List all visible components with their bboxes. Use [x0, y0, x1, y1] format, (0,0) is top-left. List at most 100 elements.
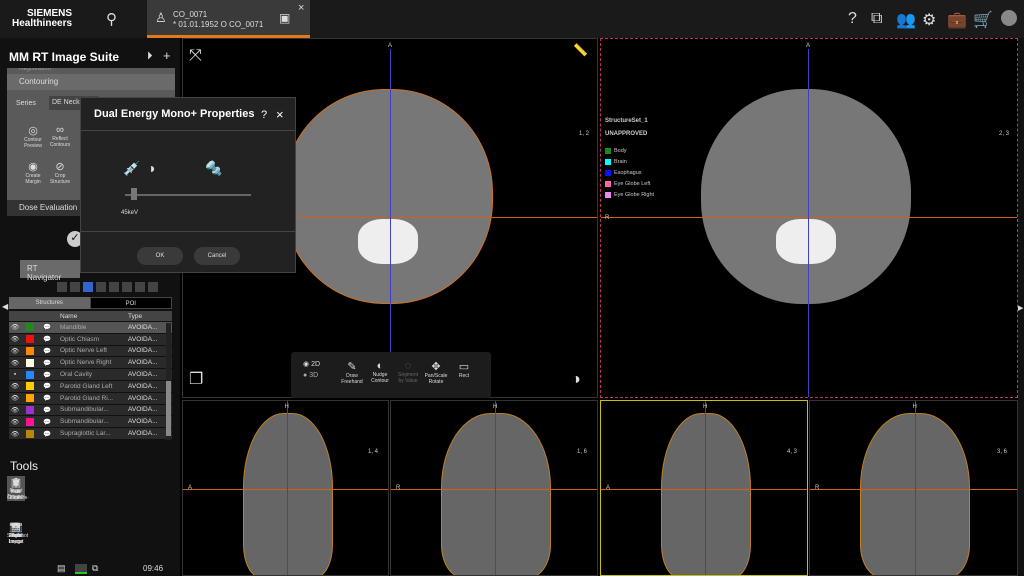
link-label[interactable]: 1, 2 — [579, 131, 589, 137]
link-label[interactable]: 1, 6 — [577, 449, 587, 455]
eye-icon[interactable]: 👁 — [9, 335, 21, 343]
collapse-left-icon[interactable]: ◀ — [2, 302, 8, 311]
calendar-icon[interactable] — [109, 282, 119, 292]
right-collapse-bar[interactable]: ▶ — [1018, 38, 1024, 576]
search-icon[interactable] — [57, 282, 67, 292]
link-label[interactable]: 4, 3 — [787, 449, 797, 455]
eye-icon[interactable]: 👁 — [9, 406, 21, 414]
cancel-button[interactable]: Cancel — [194, 247, 240, 265]
mode-3d-radio[interactable]: ● 3D — [303, 372, 318, 379]
tab-structures[interactable]: Structures — [9, 297, 90, 309]
table-row[interactable]: 👁💬Supraglottic Lar...AVOIDA... — [9, 428, 172, 440]
fullscreen-icon[interactable]: ⤧ — [189, 47, 202, 65]
cart-icon[interactable]: 🛒 — [973, 10, 993, 30]
folder-icon[interactable] — [122, 282, 132, 292]
users-icon[interactable]: 👥 — [896, 10, 916, 30]
help-icon[interactable]: ? — [848, 10, 857, 28]
eye-icon[interactable]: 👁 — [9, 418, 21, 426]
comment-icon[interactable]: 💬 — [38, 418, 56, 426]
segment-by-value-button[interactable]: ◌Segment by Value — [395, 360, 421, 384]
eye-icon[interactable]: 👁 — [9, 323, 21, 331]
redo-button[interactable]: ↷Redo — [7, 520, 25, 539]
table-row[interactable]: 👁💬Optic Nerve RightAVOIDA... — [9, 357, 172, 369]
user-avatar-icon[interactable] — [1001, 10, 1017, 26]
table-row[interactable]: ▪💬Oral CavityAVOIDA... — [9, 369, 172, 381]
link-label[interactable]: 1, 4 — [368, 449, 378, 455]
patient-search-icon[interactable]: ⚲ — [106, 10, 117, 28]
color-swatch[interactable] — [26, 382, 34, 390]
comment-icon[interactable]: 💬 — [38, 347, 56, 355]
eye-icon[interactable]: 👁 — [9, 394, 21, 402]
color-swatch[interactable] — [26, 359, 34, 367]
comment-icon[interactable]: 💬 — [38, 371, 56, 379]
gear-icon[interactable]: ⚙ — [922, 10, 936, 30]
viewport-coronal[interactable]: HR1, 6 — [390, 400, 598, 576]
tab-poi[interactable]: POI — [90, 297, 173, 309]
close-button[interactable]: × — [276, 107, 284, 122]
comment-icon[interactable]: 💬 — [38, 359, 56, 367]
color-swatch[interactable] — [26, 430, 34, 438]
rt-navigator-tab[interactable]: RT Navigator — [20, 260, 80, 278]
ok-button[interactable]: OK — [137, 247, 183, 265]
eye-icon[interactable]: 👁 — [9, 382, 21, 390]
info-icon[interactable] — [83, 282, 93, 292]
table-scrollbar[interactable] — [166, 323, 171, 440]
collapse-icon[interactable] — [148, 282, 158, 292]
comment-icon[interactable]: 💬 — [38, 382, 56, 390]
color-swatch[interactable] — [26, 347, 34, 355]
create-margin-button[interactable]: ◉CreateMargin — [18, 160, 48, 185]
color-swatch[interactable] — [26, 418, 34, 426]
mode-2d-radio[interactable]: ◉ 2D — [303, 360, 320, 368]
play-icon[interactable]: ⏵ — [147, 50, 153, 63]
draw-freehand-button[interactable]: ✎Draw Freehand — [339, 360, 365, 385]
help-button[interactable]: ? — [261, 109, 267, 121]
table-row[interactable]: 👁💬MandibleAVOIDA... — [9, 322, 172, 334]
comment-icon[interactable]: 💬 — [38, 335, 56, 343]
table-row[interactable]: 👁💬Parotid Gland LeftAVOIDA... — [9, 381, 172, 393]
table-row[interactable]: 👁💬Parotid Gland Ri...AVOIDA... — [9, 393, 172, 405]
contour-preview-button[interactable]: ◎ContourPreview — [18, 124, 48, 149]
color-swatch[interactable] — [26, 394, 34, 402]
viewport-sagittal[interactable]: HA1, 4 — [182, 400, 389, 576]
eye-icon[interactable]: 👁 — [9, 359, 21, 367]
pan-scale-rotate-button[interactable]: ✥Pan/Scale Rotate — [423, 360, 449, 385]
close-tab-icon[interactable]: × — [298, 2, 304, 14]
comment-icon[interactable]: 💬 — [38, 323, 56, 331]
column-name[interactable]: Name — [56, 313, 124, 320]
viewport-coronal[interactable]: HR3, 6 — [809, 400, 1018, 576]
comment-icon[interactable]: 💬 — [38, 394, 56, 402]
link-label[interactable]: 2, 3 — [999, 131, 1009, 137]
color-swatch[interactable] — [26, 323, 34, 331]
layout-icon[interactable]: ⧉ — [871, 10, 882, 28]
eye-icon[interactable]: 👁 — [9, 347, 21, 355]
table-row[interactable]: 👁💬Submandibular...AVOIDA... — [9, 416, 172, 428]
eye-icon[interactable]: 👁 — [9, 430, 21, 438]
patient-tab[interactable]: ♙ CO_0071 * 01.01.1952 O CO_0071 ▣ × — [147, 0, 310, 38]
color-swatch[interactable] — [26, 335, 34, 343]
table-row[interactable]: 👁💬Optic ChiasmAVOIDA... — [9, 334, 172, 346]
table-row[interactable]: 👁💬Optic Nerve LeftAVOIDA... — [9, 346, 172, 358]
viewport-sagittal[interactable]: HA4, 3 — [600, 400, 808, 576]
filter-icon[interactable] — [70, 282, 80, 292]
reflect-contours-button[interactable]: ∞ReflectContours — [45, 124, 75, 148]
stack-icon[interactable]: ❐ — [189, 369, 203, 389]
crop-structure-button[interactable]: ⊘CropStructure — [45, 160, 75, 185]
kev-slider[interactable] — [125, 194, 251, 196]
link-label[interactable]: 3, 6 — [997, 449, 1007, 455]
hidden-icon[interactable]: ▪ — [9, 371, 21, 378]
reset-timepoi--button[interactable]: ◔Reset Timepoi... — [7, 476, 25, 500]
viewport-axial-2[interactable]: A R 2, 3 StructureSet_1 UNAPPROVED BodyB… — [600, 38, 1018, 398]
structure-icon[interactable] — [96, 282, 106, 292]
comment-icon[interactable]: 💬 — [38, 430, 56, 438]
add-icon[interactable]: + — [163, 48, 171, 63]
ruler-icon[interactable]: 📏 — [573, 43, 588, 57]
contrast-icon[interactable]: ◑ — [571, 371, 581, 389]
toolbox-icon[interactable]: 💼 — [947, 10, 967, 30]
export-icon[interactable] — [135, 282, 145, 292]
color-swatch[interactable] — [26, 371, 34, 379]
comment-icon[interactable]: 💬 — [38, 406, 56, 414]
rect-button[interactable]: ▭Rect — [451, 360, 477, 379]
table-row[interactable]: 👁💬Submandibular...AVOIDA... — [9, 405, 172, 417]
nudge-contour-button[interactable]: ◐Nudge Contour — [367, 360, 393, 384]
color-swatch[interactable] — [26, 406, 34, 414]
